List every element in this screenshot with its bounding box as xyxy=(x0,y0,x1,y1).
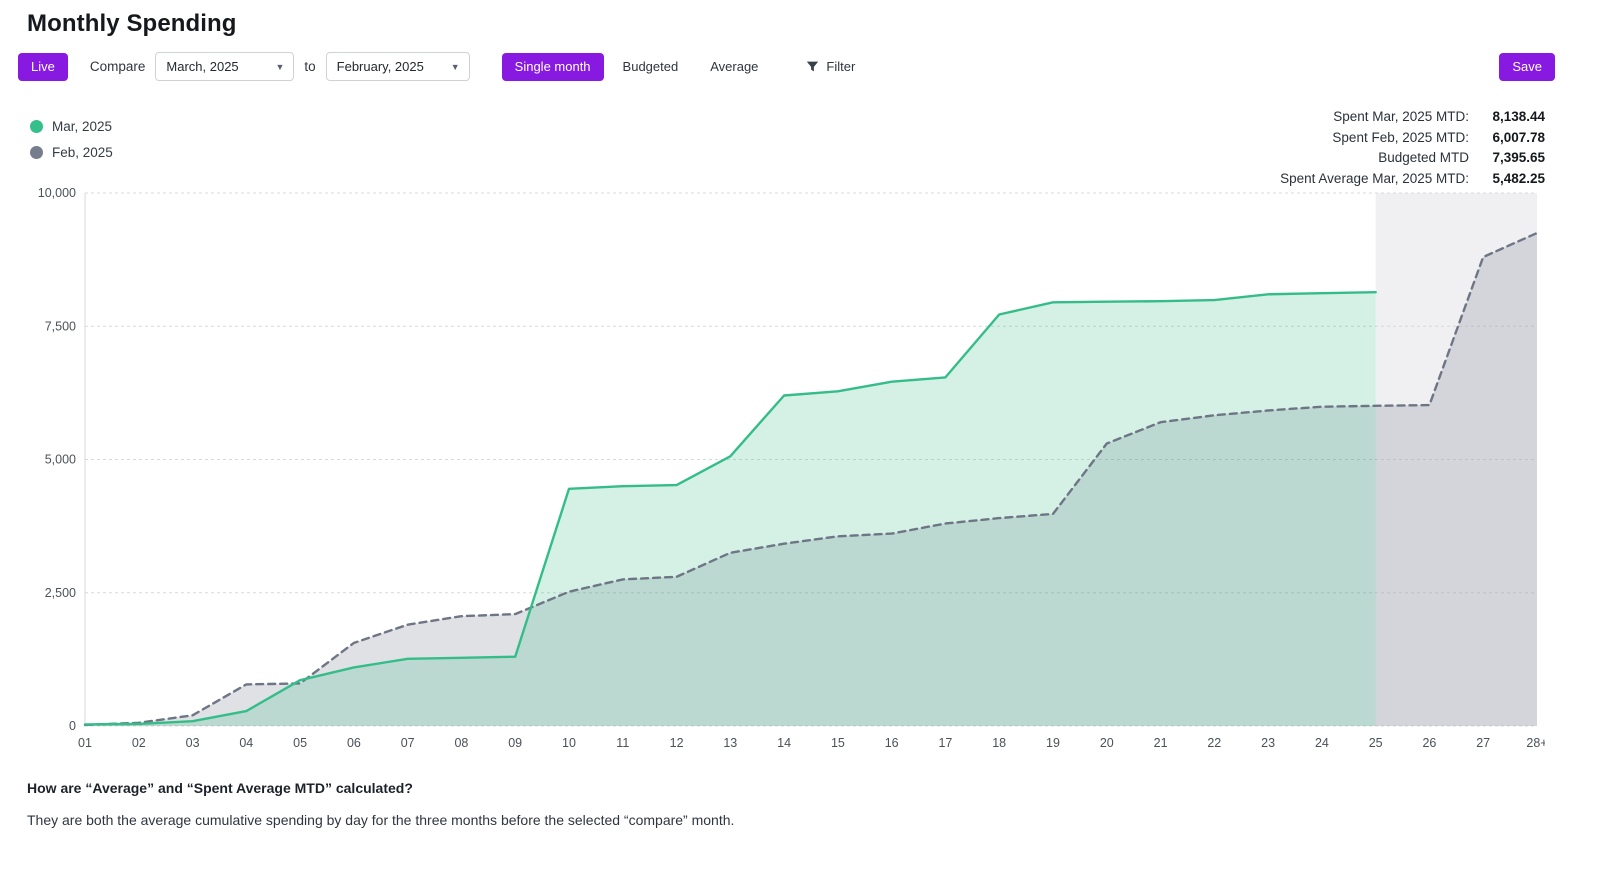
filter-button[interactable]: Filter xyxy=(793,53,868,81)
compare-month-select[interactable]: March, 2025 ▼ xyxy=(155,52,294,81)
svg-text:21: 21 xyxy=(1154,736,1168,750)
svg-text:03: 03 xyxy=(186,736,200,750)
faq-question: How are “Average” and “Spent Average MTD… xyxy=(27,780,1576,796)
spending-report: Mar, 2025 Feb, 2025 Spent Mar, 2025 MTD:… xyxy=(0,93,1603,828)
chart-area: 0 2,500 5,000 7,500 10,000 01 02 03 04 05 06 07 08 09… xyxy=(27,183,1603,756)
summary-value: 7,395.65 xyxy=(1483,150,1545,165)
mode-single-month-button[interactable]: Single month xyxy=(502,53,604,81)
svg-text:12: 12 xyxy=(670,736,684,750)
svg-text:23: 23 xyxy=(1261,736,1275,750)
filter-button-label: Filter xyxy=(826,59,855,75)
chevron-down-icon: ▼ xyxy=(451,62,460,72)
svg-text:02: 02 xyxy=(132,736,146,750)
summary-label: Spent Average Mar, 2025 MTD: xyxy=(1280,171,1469,186)
mode-average-button[interactable]: Average xyxy=(697,53,771,81)
svg-text:15: 15 xyxy=(831,736,845,750)
faq-answer: They are both the average cumulative spe… xyxy=(27,812,1576,828)
svg-text:06: 06 xyxy=(347,736,361,750)
svg-text:2,500: 2,500 xyxy=(45,586,76,600)
svg-text:10,000: 10,000 xyxy=(38,186,76,200)
compare-to-value: February, 2025 xyxy=(337,59,424,74)
svg-text:20: 20 xyxy=(1100,736,1114,750)
svg-text:17: 17 xyxy=(938,736,952,750)
summary-row: Spent Mar, 2025 MTD: 8,138.44 xyxy=(1280,109,1545,130)
svg-text:10: 10 xyxy=(562,736,576,750)
svg-text:14: 14 xyxy=(777,736,791,750)
mode-group: Single month Budgeted Average xyxy=(502,53,772,81)
svg-text:25: 25 xyxy=(1369,736,1383,750)
svg-text:24: 24 xyxy=(1315,736,1329,750)
compare-to-select[interactable]: February, 2025 ▼ xyxy=(326,52,470,81)
svg-text:04: 04 xyxy=(239,736,253,750)
toolbar: Live Compare March, 2025 ▼ to February, … xyxy=(0,38,1603,93)
svg-text:13: 13 xyxy=(723,736,737,750)
svg-text:16: 16 xyxy=(885,736,899,750)
chevron-down-icon: ▼ xyxy=(275,62,284,72)
summary-row: Spent Feb, 2025 MTD: 6,007.78 xyxy=(1280,130,1545,151)
summary-value: 5,482.25 xyxy=(1483,171,1545,186)
svg-text:5,000: 5,000 xyxy=(45,453,76,467)
legend-dot xyxy=(30,120,43,133)
page-header: Monthly Spending xyxy=(0,0,1603,38)
summary-label: Spent Feb, 2025 MTD: xyxy=(1332,130,1469,145)
filter-icon xyxy=(806,60,819,73)
svg-text:7,500: 7,500 xyxy=(45,319,76,333)
svg-text:27: 27 xyxy=(1476,736,1490,750)
to-label: to xyxy=(304,59,315,74)
svg-text:08: 08 xyxy=(454,736,468,750)
summary-stats: Spent Mar, 2025 MTD: 8,138.44 Spent Feb,… xyxy=(1280,109,1545,191)
svg-text:07: 07 xyxy=(401,736,415,750)
compare-label: Compare xyxy=(90,59,146,74)
page-title: Monthly Spending xyxy=(27,10,1585,38)
summary-label: Budgeted MTD xyxy=(1378,150,1469,165)
save-button[interactable]: Save xyxy=(1499,53,1555,81)
svg-text:18: 18 xyxy=(992,736,1006,750)
svg-text:22: 22 xyxy=(1207,736,1221,750)
svg-text:19: 19 xyxy=(1046,736,1060,750)
svg-text:26: 26 xyxy=(1422,736,1436,750)
svg-text:09: 09 xyxy=(508,736,522,750)
spending-chart: 0 2,500 5,000 7,500 10,000 01 02 03 04 05 06 07 08 09… xyxy=(27,183,1545,756)
legend-dot xyxy=(30,146,43,159)
summary-value: 6,007.78 xyxy=(1483,130,1545,145)
faq: How are “Average” and “Spent Average MTD… xyxy=(0,756,1603,828)
mode-budgeted-button[interactable]: Budgeted xyxy=(610,53,692,81)
svg-text:28+: 28+ xyxy=(1526,736,1545,750)
summary-row: Spent Average Mar, 2025 MTD: 5,482.25 xyxy=(1280,171,1545,192)
legend-label: Mar, 2025 xyxy=(52,119,112,134)
svg-text:0: 0 xyxy=(69,719,76,733)
live-button[interactable]: Live xyxy=(18,53,68,81)
summary-row: Budgeted MTD 7,395.65 xyxy=(1280,150,1545,171)
svg-text:11: 11 xyxy=(616,736,629,750)
summary-label: Spent Mar, 2025 MTD: xyxy=(1333,109,1469,124)
compare-month-value: March, 2025 xyxy=(166,59,238,74)
summary-value: 8,138.44 xyxy=(1483,109,1545,124)
legend-label: Feb, 2025 xyxy=(52,145,113,160)
svg-text:01: 01 xyxy=(78,736,92,750)
svg-text:05: 05 xyxy=(293,736,307,750)
